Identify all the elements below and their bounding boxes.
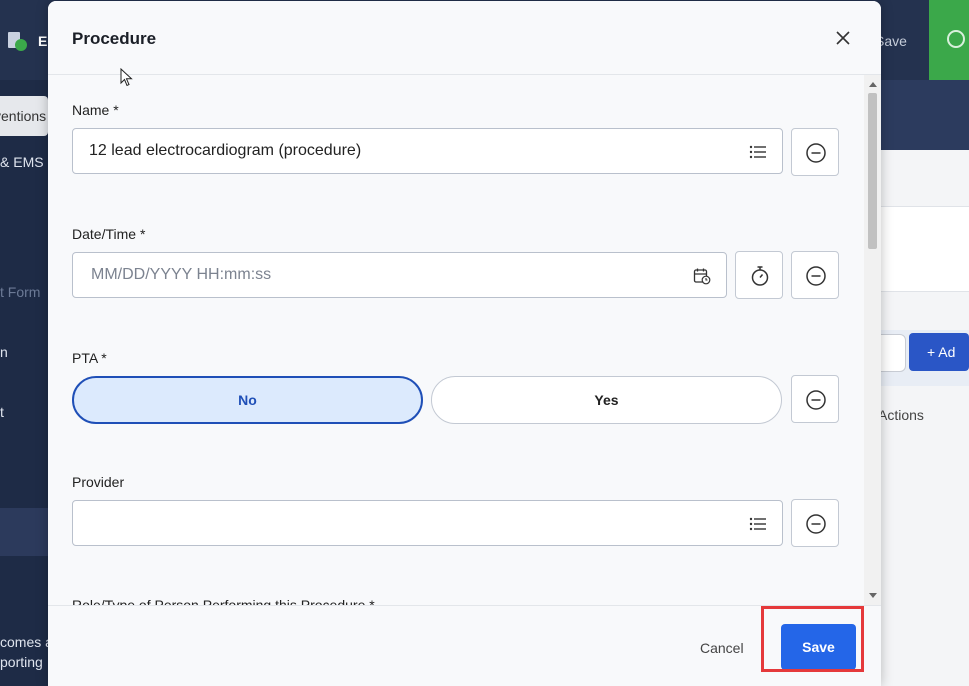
sidebar-tab-interventions[interactable]: ventions [0, 96, 48, 136]
sidebar-item-outcomes[interactable]: comes a [0, 634, 48, 650]
sidebar-item-3[interactable]: n [0, 344, 48, 360]
check-circle-icon [947, 30, 965, 48]
list-icon[interactable] [748, 142, 768, 162]
scroll-up-icon[interactable] [869, 82, 877, 87]
datetime-label: Date/Time * [72, 226, 146, 242]
add-button[interactable]: + Ad [909, 333, 969, 371]
pta-label: PTA * [72, 350, 107, 366]
provider-clear-button[interactable] [791, 499, 839, 547]
datetime-placeholder: MM/DD/YYYY HH:mm:ss [91, 266, 272, 283]
role-label: Role/Type of Person Performing this Proc… [72, 597, 375, 605]
scroll-down-icon[interactable] [869, 593, 877, 598]
name-label: Name * [72, 102, 119, 118]
provider-label: Provider [72, 474, 125, 490]
complete-button[interactable] [929, 0, 969, 80]
sidebar-item-ems[interactable]: & EMS [0, 154, 48, 170]
pta-option-yes[interactable]: Yes [431, 376, 782, 424]
app-logo-icon [8, 32, 27, 51]
sidebar [0, 80, 48, 686]
scroll-thumb[interactable] [868, 93, 877, 249]
list-icon[interactable] [748, 514, 768, 534]
mouse-cursor-icon [120, 68, 133, 87]
pta-clear-button[interactable] [791, 375, 839, 423]
sidebar-item-active[interactable] [0, 508, 48, 556]
minus-circle-icon [806, 514, 826, 534]
minus-circle-icon [806, 390, 826, 410]
provider-field[interactable] [72, 500, 783, 546]
name-clear-button[interactable] [791, 128, 839, 176]
stopwatch-icon [751, 266, 769, 286]
minus-circle-icon [806, 266, 826, 286]
right-card [881, 206, 969, 292]
datetime-clear-button[interactable] [791, 251, 839, 299]
sidebar-item-reporting[interactable]: porting [0, 654, 48, 670]
minus-circle-icon [806, 143, 826, 163]
app-name: E [38, 33, 48, 49]
modal-header: Procedure [48, 1, 881, 75]
save-highlight-box [761, 606, 864, 672]
pta-option-no[interactable]: No [72, 376, 423, 424]
sidebar-item-4[interactable]: t [0, 404, 48, 420]
calendar-clock-icon[interactable] [692, 266, 712, 286]
name-field[interactable]: 12 lead electrocardiogram (procedure) [72, 128, 783, 174]
modal-title: Procedure [72, 29, 157, 48]
actions-column-header: Actions [878, 407, 924, 423]
right-header-band [881, 80, 969, 150]
modal-scrollbar[interactable] [864, 75, 881, 605]
datetime-field[interactable]: MM/DD/YYYY HH:mm:ss [72, 252, 727, 298]
name-value: 12 lead electrocardiogram (procedure) [89, 142, 362, 159]
cancel-button[interactable]: Cancel [700, 640, 744, 656]
timer-button[interactable] [735, 251, 783, 299]
close-icon[interactable] [832, 27, 854, 49]
procedure-modal: Procedure Name * 12 lead electrocardiogr… [48, 1, 881, 686]
modal-body: Name * 12 lead electrocardiogram (proced… [48, 75, 864, 605]
sidebar-item-form[interactable]: t Form [0, 284, 48, 300]
modal-footer: Cancel Save [48, 605, 881, 686]
